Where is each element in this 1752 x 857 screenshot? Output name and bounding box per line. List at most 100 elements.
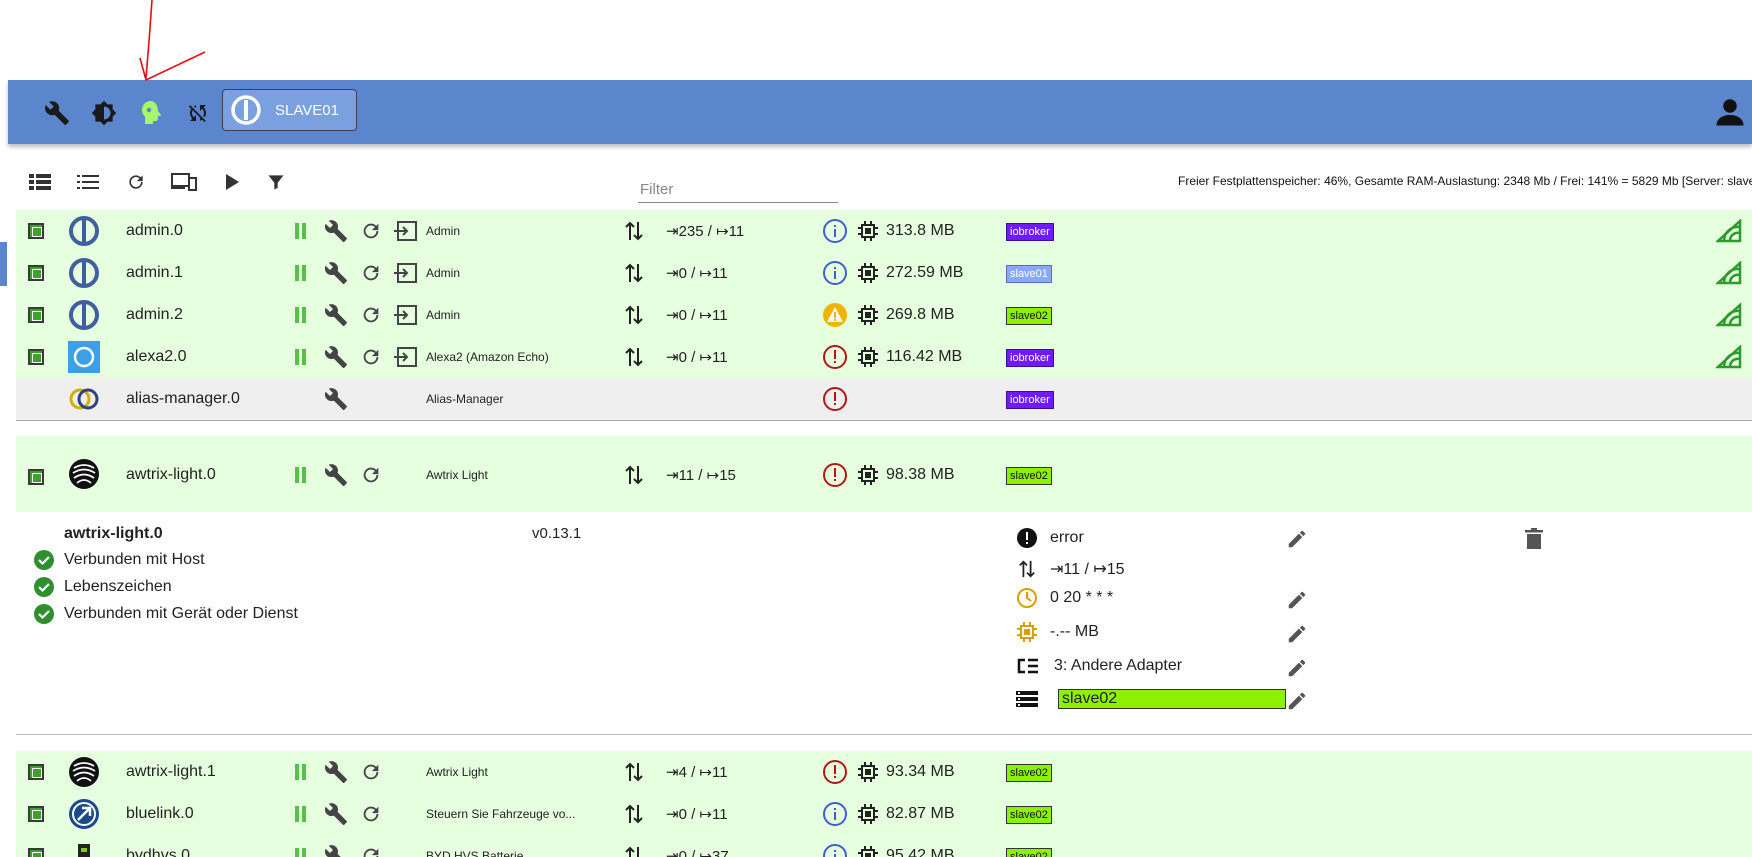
admin-adapter-icon xyxy=(69,300,99,330)
pause-icon[interactable] xyxy=(294,806,308,822)
events-count: ⇥235 / ↦11 xyxy=(666,223,745,240)
edit-pencil-icon[interactable] xyxy=(1286,589,1308,611)
error-status-icon[interactable] xyxy=(822,759,848,785)
enable-checkbox[interactable] xyxy=(28,223,44,239)
host-badge: iobroker xyxy=(1006,223,1054,241)
restart-icon[interactable] xyxy=(360,220,382,242)
restart-icon[interactable] xyxy=(360,304,382,326)
events-count: ⇥0 / ↦37 xyxy=(666,848,729,857)
devices-icon[interactable] xyxy=(170,170,198,194)
info-status-icon[interactable] xyxy=(822,260,848,286)
memory-usage: 116.42 MB xyxy=(886,348,963,365)
restart-icon[interactable] xyxy=(360,761,382,783)
check-label: Lebenszeichen xyxy=(64,578,172,595)
bydhvs-adapter-icon xyxy=(78,844,90,857)
wrench-icon[interactable] xyxy=(324,760,348,784)
instance-row-alexa2-0[interactable]: alexa2.0 Alexa2 (Amazon Echo) ⇥0 / ↦11 1… xyxy=(16,336,1752,379)
wrench-icon[interactable] xyxy=(324,303,348,327)
enable-checkbox[interactable] xyxy=(28,469,44,485)
events-count: ⇥0 / ↦11 xyxy=(666,349,728,366)
error-status-icon[interactable] xyxy=(822,386,848,412)
pause-icon[interactable] xyxy=(294,307,308,323)
instance-name: admin.1 xyxy=(126,264,183,281)
open-web-icon[interactable] xyxy=(394,304,418,326)
wrench-icon[interactable] xyxy=(324,463,348,487)
open-web-icon[interactable] xyxy=(394,220,418,242)
pause-icon[interactable] xyxy=(294,265,308,281)
restart-icon[interactable] xyxy=(360,803,382,825)
check-heartbeat: Lebenszeichen xyxy=(34,577,172,597)
check-label: Verbunden mit Host xyxy=(64,551,205,568)
filter-input[interactable] xyxy=(638,176,838,203)
server-icon xyxy=(1016,691,1038,707)
enable-checkbox[interactable] xyxy=(28,806,44,822)
instance-row-alias-manager-0[interactable]: alias-manager.0 Alias-Manager iobroker xyxy=(16,378,1752,421)
instance-title: Alexa2 (Amazon Echo) xyxy=(426,350,549,364)
memory-usage: 313.8 MB xyxy=(886,222,955,239)
wrench-icon[interactable] xyxy=(324,844,348,857)
memory-usage: 272.59 MB xyxy=(886,264,964,281)
open-web-icon[interactable] xyxy=(394,346,418,368)
enable-checkbox[interactable] xyxy=(28,848,44,857)
edit-pencil-icon[interactable] xyxy=(1286,690,1308,712)
memory-usage: 269.8 MB xyxy=(886,306,955,323)
memory-chip-icon xyxy=(858,846,878,857)
wrench-icon[interactable] xyxy=(324,387,348,411)
wrench-icon[interactable] xyxy=(324,802,348,826)
instance-row-awtrix-light-0[interactable]: awtrix-light.0 Awtrix Light ⇥11 / ↦15 98… xyxy=(16,436,1752,512)
check-circle-icon xyxy=(34,577,54,597)
edit-pencil-icon[interactable] xyxy=(1286,623,1308,645)
delete-trash-icon[interactable] xyxy=(1524,528,1544,550)
enable-checkbox[interactable] xyxy=(28,764,44,780)
connection-signal-icon xyxy=(1716,303,1742,327)
instance-row-admin-2[interactable]: admin.2 Admin ⇥0 / ↦11 269.8 MB slave02 xyxy=(16,294,1752,337)
pause-icon[interactable] xyxy=(294,764,308,780)
wrench-icon[interactable] xyxy=(324,261,348,285)
enable-checkbox[interactable] xyxy=(28,307,44,323)
instance-row-awtrix-light-1[interactable]: awtrix-light.1 Awtrix Light ⇥4 / ↦11 93.… xyxy=(16,751,1752,794)
list-view-icon[interactable] xyxy=(26,170,54,194)
wrench-icon[interactable] xyxy=(324,219,348,243)
edit-pencil-icon[interactable] xyxy=(1286,528,1308,550)
pause-icon[interactable] xyxy=(294,467,308,483)
refresh-icon[interactable] xyxy=(122,170,150,194)
instance-row-admin-1[interactable]: admin.1 Admin ⇥0 / ↦11 272.59 MB slave01 xyxy=(16,252,1752,295)
info-status-icon[interactable] xyxy=(822,843,848,857)
instance-row-admin-0[interactable]: admin.0 Admin ⇥235 / ↦11 313.8 MB iobrok… xyxy=(16,210,1752,253)
instance-name: bydhvs.0 xyxy=(126,847,191,857)
info-status-icon[interactable] xyxy=(822,218,848,244)
open-web-icon[interactable] xyxy=(394,262,418,284)
enable-checkbox[interactable] xyxy=(28,265,44,281)
check-connected-device: Verbunden mit Gerät oder Dienst xyxy=(34,604,298,624)
info-status-icon[interactable] xyxy=(822,801,848,827)
pause-icon[interactable] xyxy=(294,223,308,239)
error-status-icon[interactable] xyxy=(822,344,848,370)
detail-memory-limit: -.-- MB xyxy=(1050,623,1099,640)
restart-icon[interactable] xyxy=(360,346,382,368)
play-icon[interactable] xyxy=(218,170,246,194)
instance-row-bluelink-0[interactable]: bluelink.0 Steuern Sie Fahrzeuge vo... ⇥… xyxy=(16,793,1752,836)
awtrix-adapter-icon xyxy=(69,459,99,489)
events-count: ⇥0 / ↦11 xyxy=(666,265,728,282)
edit-pencil-icon[interactable] xyxy=(1286,657,1308,679)
pause-icon[interactable] xyxy=(294,848,308,857)
wrench-icon[interactable] xyxy=(324,345,348,369)
detail-state-row: error xyxy=(1016,527,1084,549)
restart-icon[interactable] xyxy=(360,262,382,284)
system-info-text: Freier Festplattenspeicher: 46%, Gesamte… xyxy=(1178,174,1752,188)
instance-name: alias-manager.0 xyxy=(126,390,240,407)
instance-title: Awtrix Light xyxy=(426,468,488,482)
restart-icon[interactable] xyxy=(360,464,382,486)
restart-icon[interactable] xyxy=(360,845,382,857)
detail-tier-row: 3: Andere Adapter xyxy=(1016,655,1182,677)
enable-checkbox[interactable] xyxy=(28,349,44,365)
warning-status-icon[interactable] xyxy=(822,302,848,328)
alexa-adapter-icon xyxy=(68,341,100,373)
memory-chip-icon xyxy=(858,465,878,485)
instance-row-bydhvs-0[interactable]: bydhvs.0 BYD HVS Batterie ⇥0 / ↦37 95.42… xyxy=(16,835,1752,857)
compact-list-icon[interactable] xyxy=(74,170,102,194)
error-status-icon[interactable] xyxy=(822,462,848,488)
pause-icon[interactable] xyxy=(294,349,308,365)
detail-host-field[interactable]: slave02 xyxy=(1058,689,1286,709)
filter-icon[interactable] xyxy=(262,170,290,194)
